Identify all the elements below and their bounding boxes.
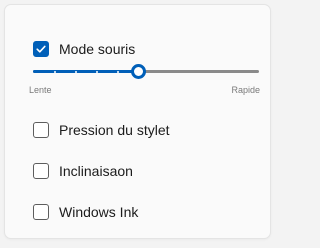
slider-min-label: Lente <box>29 85 52 95</box>
tilt-checkbox-row[interactable]: Inclinaisaon <box>33 163 133 179</box>
windows-ink-checkbox-row[interactable]: Windows Ink <box>33 204 138 220</box>
slider-tick <box>54 70 56 73</box>
tilt-checkbox[interactable] <box>33 163 49 179</box>
mouse-mode-checkbox-row[interactable]: Mode souris <box>33 41 135 57</box>
windows-ink-label: Windows Ink <box>59 204 139 220</box>
slider-tick <box>117 70 119 73</box>
slider-thumb[interactable] <box>130 64 146 79</box>
pen-pressure-label: Pression du stylet <box>59 122 170 138</box>
pen-pressure-checkbox[interactable] <box>33 122 49 138</box>
mouse-mode-checkbox[interactable] <box>33 41 49 57</box>
slider-max-label: Rapide <box>231 85 260 95</box>
slider-tick <box>96 70 98 73</box>
tilt-label: Inclinaisaon <box>59 163 133 179</box>
checkmark-icon <box>36 45 46 53</box>
speed-slider[interactable] <box>33 61 259 81</box>
slider-tick <box>75 70 77 73</box>
windows-ink-checkbox[interactable] <box>33 204 49 220</box>
settings-panel: Mode souris Lente Rapide Pression du sty… <box>4 4 271 239</box>
pen-pressure-checkbox-row[interactable]: Pression du stylet <box>33 122 170 138</box>
mouse-mode-label: Mode souris <box>59 41 136 57</box>
slider-fill <box>33 70 138 73</box>
